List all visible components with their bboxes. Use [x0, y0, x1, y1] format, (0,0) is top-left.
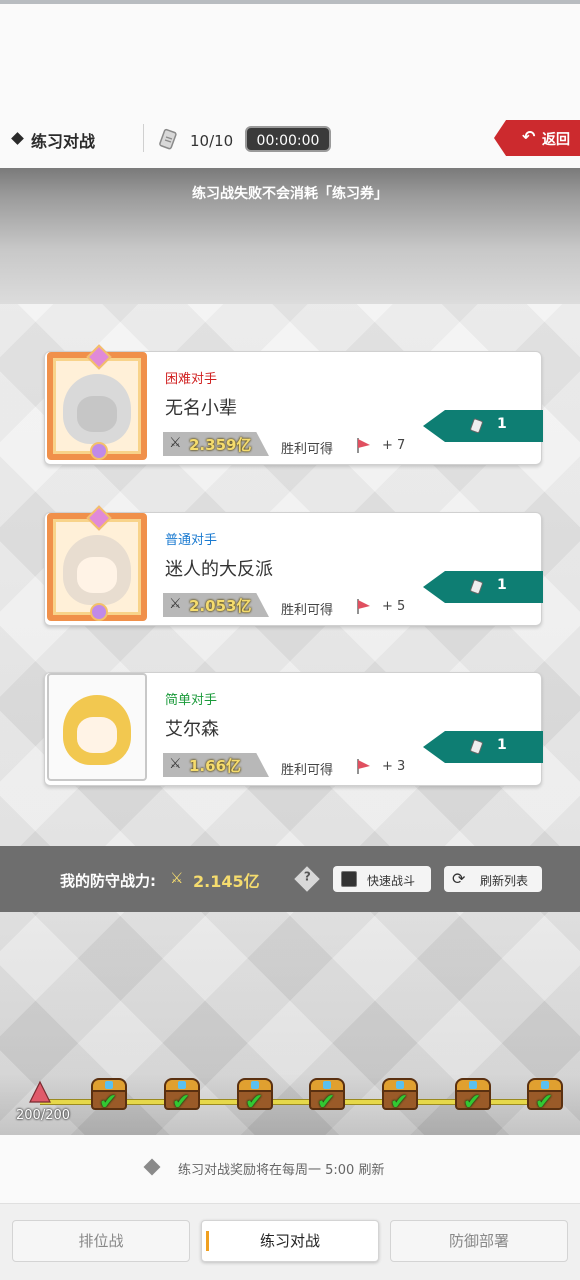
checkbox[interactable]: [341, 871, 357, 887]
opponent-card-normal[interactable]: 普通对手 迷人的大反派 ⚔ 2.053亿 胜利可得 + 5 1: [43, 505, 543, 629]
challenge-cost: 1: [497, 416, 507, 432]
ticket-icon: [470, 418, 483, 434]
top-strip: [0, 0, 580, 4]
back-button[interactable]: ↶ 返回: [494, 120, 580, 156]
tab-label: 练习对战: [259, 1232, 320, 1250]
flag-icon: [357, 599, 370, 614]
flag-icon: [357, 759, 370, 774]
avatar: [63, 535, 131, 605]
bottom-tabs: 排位战 练习对战 防御部署: [0, 1204, 580, 1280]
reward-refresh-text: 练习对战奖励将在每周一 5:00 刷新: [178, 1163, 385, 1178]
opponent-portrait: [43, 669, 153, 789]
check-icon: ✔: [317, 1090, 336, 1115]
defense-bar: 我的防守战力: ⚔ 2.145亿 ? 快速战斗 ⟳ 刷新列表: [0, 846, 580, 912]
refresh-timer: 00:00:00: [245, 126, 331, 152]
ticket-count: 10/10: [190, 132, 234, 150]
ticket-icon: [470, 739, 483, 755]
challenge-cost-button[interactable]: 1: [423, 731, 543, 763]
flag-icon: [29, 1080, 51, 1103]
flag-icon: [357, 438, 370, 453]
avatar: [63, 695, 131, 765]
refresh-list-button[interactable]: ⟳ 刷新列表: [444, 866, 542, 892]
check-icon: ✔: [172, 1090, 191, 1115]
quick-battle-toggle[interactable]: 快速战斗: [333, 866, 431, 892]
tab-ranked[interactable]: 排位战: [12, 1220, 190, 1262]
opponent-name: 无名小辈: [165, 398, 237, 419]
power-tag: ⚔ 1.66亿: [163, 753, 269, 777]
check-icon: ✔: [535, 1090, 554, 1115]
difficulty-label: 困难对手: [165, 372, 218, 387]
tab-label: 排位战: [78, 1232, 124, 1250]
avatar: [63, 374, 131, 444]
win-reward-label: 胜利可得: [281, 442, 334, 457]
reward-chest[interactable]: ✔: [309, 1078, 345, 1116]
defense-power-label: 我的防守战力:: [60, 872, 156, 890]
crossed-swords-icon: ⚔: [169, 435, 182, 451]
difficulty-label: 简单对手: [165, 693, 218, 708]
power-tag: ⚔ 2.359亿: [163, 432, 269, 456]
win-reward-label: 胜利可得: [281, 603, 334, 618]
check-icon: ✔: [245, 1090, 264, 1115]
info-icon: [143, 1158, 161, 1176]
ticket-icon: [470, 579, 483, 595]
win-reward-value: + 5: [382, 599, 406, 614]
gem-icon: [90, 603, 108, 621]
reward-chest[interactable]: ✔: [237, 1078, 273, 1116]
crossed-swords-icon: ⚔: [169, 756, 182, 772]
header: 练习对战 10/10 00:00:00 ↶ 返回: [0, 110, 580, 168]
tab-label: 防御部署: [448, 1232, 509, 1250]
notice-band: 练习战失败不会消耗「练习券」: [0, 168, 580, 304]
win-reward-value: + 7: [382, 438, 406, 453]
opponent-name: 艾尔森: [165, 719, 219, 740]
reward-chest[interactable]: ✔: [91, 1078, 127, 1116]
help-icon: ?: [303, 869, 311, 884]
tab-practice[interactable]: 练习对战: [201, 1220, 379, 1262]
reward-chest[interactable]: ✔: [455, 1078, 491, 1116]
quick-battle-label: 快速战斗: [367, 874, 416, 888]
opponent-card-hard[interactable]: 困难对手 无名小辈 ⚔ 2.359亿 胜利可得 + 7 1: [43, 344, 543, 468]
crossed-swords-icon: ⚔: [169, 596, 182, 612]
challenge-cost: 1: [497, 577, 507, 593]
divider: [143, 124, 144, 152]
power-value: 2.053亿: [189, 597, 252, 615]
check-icon: ✔: [463, 1090, 482, 1115]
page-title: 练习对战: [31, 132, 96, 151]
reward-progress: 200/200 ✔ ✔ ✔ ✔ ✔ ✔ ✔: [0, 1074, 580, 1135]
refresh-icon: ⟳: [452, 869, 466, 888]
defense-power-value: 2.145亿: [193, 872, 260, 891]
diamond-icon: [11, 132, 24, 145]
reward-refresh-notice: 练习对战奖励将在每周一 5:00 刷新: [0, 1135, 580, 1204]
power-value: 2.359亿: [189, 436, 252, 454]
reward-chest[interactable]: ✔: [527, 1078, 563, 1116]
difficulty-label: 普通对手: [165, 533, 218, 548]
reward-chest[interactable]: ✔: [382, 1078, 418, 1116]
win-reward-value: + 3: [382, 759, 406, 774]
check-icon: ✔: [390, 1090, 409, 1115]
notice-text: 练习战失败不会消耗「练习券」: [192, 186, 388, 202]
refresh-list-label: 刷新列表: [480, 874, 529, 888]
main-area: 练习战失败不会消耗「练习券」 困难对手 无名小辈 ⚔ 2.359亿 胜利可得 +…: [0, 168, 580, 1135]
tab-defense[interactable]: 防御部署: [390, 1220, 568, 1262]
power-tag: ⚔ 2.053亿: [163, 593, 269, 617]
check-icon: ✔: [99, 1090, 118, 1115]
challenge-cost: 1: [497, 737, 507, 753]
power-value: 1.66亿: [189, 757, 242, 775]
reward-chest[interactable]: ✔: [164, 1078, 200, 1116]
gem-icon: [90, 442, 108, 460]
opponent-portrait: [43, 344, 153, 468]
challenge-cost-button[interactable]: 1: [423, 571, 543, 603]
ticket-icon: [159, 128, 177, 150]
opponent-name: 迷人的大反派: [165, 559, 273, 580]
challenge-cost-button[interactable]: 1: [423, 410, 543, 442]
return-arrow-icon: ↶: [522, 127, 536, 146]
back-button-label: 返回: [542, 132, 570, 148]
progress-count: 200/200: [16, 1108, 71, 1123]
win-reward-label: 胜利可得: [281, 763, 334, 778]
active-marker: [206, 1231, 209, 1251]
help-button[interactable]: ?: [294, 866, 320, 892]
opponent-card-easy[interactable]: 简单对手 艾尔森 ⚔ 1.66亿 胜利可得 + 3 1: [43, 669, 543, 789]
opponent-portrait: [43, 505, 153, 629]
crossed-swords-icon: ⚔: [170, 869, 184, 887]
